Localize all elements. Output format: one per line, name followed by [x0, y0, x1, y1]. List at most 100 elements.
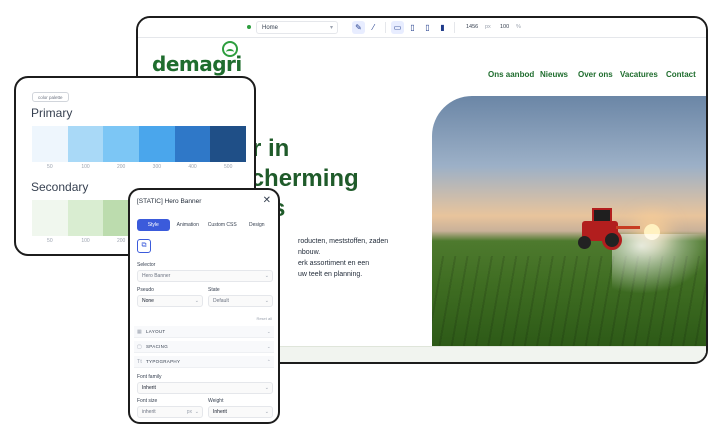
section-label: TYPOGRAPHY — [146, 359, 181, 364]
chevron-down-icon: ⌄ — [194, 409, 199, 415]
tractor-front-wheel — [578, 236, 591, 249]
swatch-primary-100[interactable] — [67, 126, 104, 162]
chevron-down-icon: ▾ — [329, 25, 333, 31]
step-label: 50 — [47, 164, 53, 170]
hero-image — [432, 96, 706, 346]
style-inspector-panel: [STATIC] Hero Banner ✕ Style Animation C… — [128, 188, 280, 424]
hero-body-line: nbouw. — [298, 249, 321, 256]
tablet-portrait-icon[interactable]: ▯ — [421, 21, 434, 34]
chevron-up-icon: ⌃ — [266, 359, 271, 364]
chevron-down-icon: ⌄ — [264, 273, 269, 279]
section-label: SPACING — [146, 344, 169, 349]
logo-leaf-icon — [222, 41, 238, 57]
weight-label: Weight — [208, 398, 224, 404]
reset-all-link[interactable]: Reset all — [256, 316, 272, 321]
font-family-label: Font family — [137, 374, 162, 380]
sprayer-boom — [616, 226, 640, 229]
primary-label: Primary — [31, 106, 73, 120]
tab-custom-css[interactable]: Custom CSS — [206, 219, 239, 231]
toolbar-divider — [385, 22, 386, 33]
step-label: 500 — [224, 164, 233, 170]
hero-body-line: uw teelt en planning. — [298, 271, 363, 278]
font-size-value: inherit — [142, 409, 156, 415]
pseudo-value: None — [142, 298, 154, 304]
swatch-primary-300[interactable] — [139, 126, 175, 162]
swatch-primary-50[interactable] — [32, 126, 68, 162]
section-spacing[interactable]: ▢ SPACING ⌄ — [134, 341, 274, 353]
step-label: 50 — [47, 238, 53, 244]
swatch-primary-400[interactable] — [174, 126, 211, 162]
zoom-unit: % — [516, 24, 521, 30]
chevron-down-icon: ⌄ — [264, 298, 269, 304]
layout-icon: ▦ — [137, 329, 143, 335]
viewport-width-input[interactable]: 1456 — [466, 22, 478, 33]
mobile-icon[interactable]: ▮ — [436, 21, 449, 34]
nav-ons-aanbod[interactable]: Ons aanbod — [488, 70, 534, 79]
font-family-select[interactable]: Inherit ⌄ — [137, 382, 273, 394]
step-label: 200 — [117, 164, 126, 170]
primary-swatches — [32, 126, 247, 162]
nav-contact[interactable]: Contact — [666, 70, 696, 79]
section-label: LAYOUT — [146, 329, 166, 334]
secondary-label: Secondary — [31, 180, 89, 194]
chevron-down-icon: ⌄ — [194, 298, 199, 304]
panel-title: [STATIC] Hero Banner — [137, 198, 202, 205]
zoom-input[interactable]: 100 — [500, 22, 509, 33]
tab-animation[interactable]: Animation — [172, 219, 205, 231]
panel-tabs: Style Animation Custom CSS Design — [137, 219, 273, 231]
status-dot — [247, 25, 251, 29]
hero-body-line: roducten, meststoffen, zaden — [298, 238, 389, 245]
composite-stage: Home ▾ ✎ ⁄ ▭ ▯ ▯ ▮ 1456 px 100 % demagri… — [0, 0, 724, 440]
hero-body: roducten, meststoffen, zaden nbouw. erk … — [298, 236, 448, 280]
page-select[interactable]: Home ▾ — [256, 21, 338, 34]
state-select[interactable]: Default ⌄ — [208, 295, 273, 307]
spacing-icon: ▢ — [137, 344, 143, 350]
tab-design[interactable]: Design — [241, 219, 274, 231]
secondary-swatches — [32, 200, 140, 236]
tab-style[interactable]: Style — [137, 219, 170, 231]
brush-icon[interactable]: ⁄ — [367, 21, 380, 34]
step-label: 100 — [81, 238, 90, 244]
nav-nieuws[interactable]: Nieuws — [540, 70, 568, 79]
primary-steps: 50 100 200 300 400 500 — [32, 164, 246, 170]
spray-mist — [612, 234, 706, 294]
builder-toolbar: Home ▾ ✎ ⁄ ▭ ▯ ▯ ▮ 1456 px 100 % — [138, 18, 706, 38]
chevron-down-icon: ⌄ — [266, 329, 271, 334]
step-label: 300 — [152, 164, 162, 170]
viewport-unit: px — [485, 24, 491, 30]
swatch-primary-500[interactable] — [210, 126, 247, 162]
selector-label: Selector — [137, 262, 156, 268]
step-label: 400 — [188, 164, 197, 170]
font-size-label: Font size — [137, 398, 158, 404]
swatch-primary-200[interactable] — [103, 126, 140, 162]
pseudo-select[interactable]: None ⌄ — [137, 295, 203, 307]
state-value: Default — [213, 298, 229, 304]
selector-value: Hero Banner — [142, 273, 171, 279]
nav-over-ons[interactable]: Over ons — [578, 70, 613, 79]
nav-vacatures[interactable]: Vacatures — [620, 70, 658, 79]
section-layout[interactable]: ▦ LAYOUT ⌄ — [134, 326, 274, 338]
weight-select[interactable]: Inherit ⌄ — [208, 406, 273, 418]
close-icon[interactable]: ✕ — [263, 195, 271, 206]
tablet-icon[interactable]: ▯ — [406, 21, 419, 34]
typography-icon: Tt — [137, 359, 143, 365]
pseudo-label: Pseudo — [137, 287, 154, 293]
copy-icon[interactable]: ⧉ — [137, 239, 151, 253]
tractor-rear-wheel — [602, 230, 622, 250]
section-typography[interactable]: Tt TYPOGRAPHY ⌃ — [134, 356, 274, 368]
swatch-secondary-50[interactable] — [32, 200, 68, 236]
weight-value: Inherit — [213, 409, 227, 415]
chevron-down-icon: ⌄ — [266, 344, 271, 349]
state-label: State — [208, 287, 220, 293]
toolbar-divider — [454, 22, 455, 33]
desktop-icon[interactable]: ▭ — [391, 21, 404, 34]
font-size-input[interactable]: inherit px ⌄ — [137, 406, 203, 418]
page-select-value: Home — [262, 25, 279, 31]
chevron-down-icon: ⌄ — [264, 409, 269, 415]
swatch-secondary-100[interactable] — [67, 200, 104, 236]
palette-tag: color palette — [32, 92, 69, 102]
chevron-down-icon: ⌄ — [264, 385, 269, 391]
selector-select[interactable]: Hero Banner ⌄ — [137, 270, 273, 282]
pencil-icon[interactable]: ✎ — [352, 21, 365, 34]
font-size-unit[interactable]: px — [187, 407, 192, 417]
